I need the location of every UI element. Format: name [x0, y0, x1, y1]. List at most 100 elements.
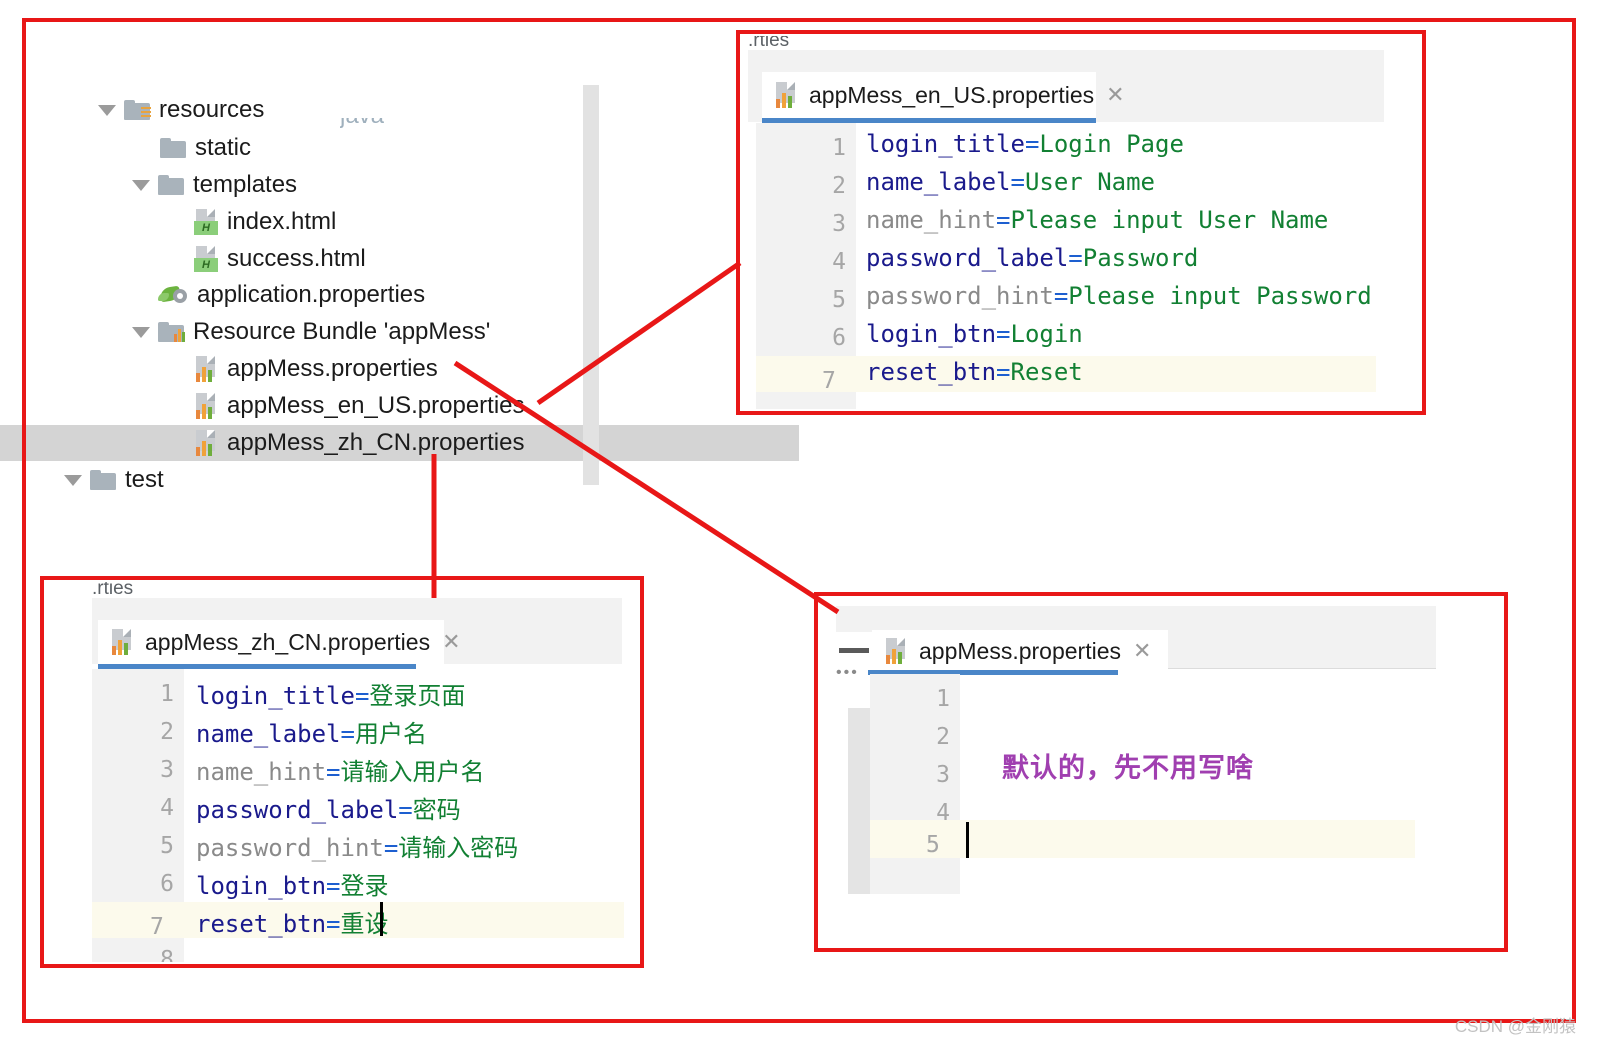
html-file-icon: H [194, 209, 218, 235]
tree-item-application-properties[interactable]: application.properties [60, 277, 705, 313]
tree-item-appmess-properties[interactable]: appMess.properties [60, 351, 739, 387]
line-number: 2 [936, 724, 950, 750]
line-number: 3 [160, 757, 174, 783]
line-number: 5 [832, 287, 846, 313]
properties-file-icon [884, 638, 908, 664]
code-key: password_label [196, 796, 399, 824]
line-number: 5 [926, 832, 940, 858]
folder-icon [90, 470, 116, 490]
editor-left-strip-en-us [746, 123, 756, 409]
tree-item-label: application.properties [197, 281, 426, 308]
code-value: 登录页面 [369, 682, 466, 710]
folder-bundle-icon [158, 322, 185, 342]
line-number: 1 [160, 681, 174, 707]
code-eq: = [996, 320, 1011, 348]
tree-item-static[interactable]: static [60, 130, 705, 166]
tree-item-test[interactable]: test [60, 462, 609, 498]
dotted-separator: ••• [836, 664, 859, 681]
line-number: 3 [936, 762, 950, 788]
editor-tab-en-us[interactable]: appMess_en_US.properties ✕ [762, 72, 1125, 118]
editor-tab-label: appMess_en_US.properties [809, 81, 1095, 108]
line-number: 2 [160, 719, 174, 745]
chevron-down-icon[interactable] [64, 474, 82, 486]
editor-tab-label: appMess.properties [919, 637, 1121, 664]
code-line-4[interactable]: password_label=密码 [196, 790, 461, 825]
properties-file-icon [194, 430, 218, 456]
editor-current-line-gutter-zh-cn [92, 902, 184, 938]
chevron-down-icon[interactable] [132, 326, 150, 338]
collapse-minus-icon[interactable] [839, 648, 869, 653]
code-value: Password [1082, 244, 1199, 272]
line-number: 3 [832, 211, 846, 237]
code-line-7[interactable]: reset_btn=Reset [866, 358, 1083, 386]
code-eq: = [1053, 282, 1069, 310]
code-line-5[interactable]: password_hint=Please input Password [866, 282, 1372, 310]
tree-scrollbar-thumb[interactable] [583, 85, 599, 485]
properties-file-icon [194, 393, 218, 419]
code-line-1[interactable]: login_title=登录页面 [196, 676, 465, 711]
code-line-3[interactable]: name_hint=请输入用户名 [196, 752, 485, 787]
tree-scrollbar-track[interactable] [583, 85, 599, 485]
code-key: name_label [866, 168, 1011, 196]
editor-tab-zh-cn[interactable]: appMess_zh_CN.properties ✕ [98, 620, 461, 664]
code-key: name_hint [866, 206, 997, 234]
code-line-6[interactable]: login_btn=Login [866, 320, 1083, 348]
editor-crumbbar-default [836, 606, 1436, 632]
code-value: Login [1010, 320, 1083, 348]
line-number: 7 [822, 368, 836, 394]
code-value: Reset [1010, 358, 1083, 386]
code-eq: = [398, 796, 413, 824]
code-line-1[interactable]: login_title=Login Page [866, 130, 1184, 158]
folder-resources-icon [124, 100, 151, 120]
chevron-down-icon[interactable] [98, 104, 116, 116]
editor-panel-zh-cn: .rties appMess_zh_CN.properties ✕ 1 2 3 … [46, 582, 638, 962]
tree-item-success-html[interactable]: H success.html [60, 241, 739, 277]
tree-item-resources[interactable]: resources [60, 92, 643, 128]
html-file-icon: H [194, 246, 218, 272]
code-line-6[interactable]: login_btn=登录 [196, 866, 389, 901]
properties-file-icon [194, 356, 218, 382]
editor-tab-label: appMess_zh_CN.properties [145, 628, 431, 655]
line-number: 4 [160, 795, 174, 821]
code-key: login_title [196, 682, 355, 710]
line-number: 1 [832, 135, 846, 161]
text-caret-zh-cn [380, 902, 383, 936]
code-eq: = [383, 834, 399, 862]
tree-item-appmess-zh-cn-properties[interactable]: appMess_zh_CN.properties [0, 425, 799, 461]
close-icon[interactable]: ✕ [1133, 640, 1151, 662]
editor-tab-default[interactable]: appMess.properties ✕ [872, 630, 1168, 672]
code-key: password_label [866, 244, 1069, 272]
code-line-2[interactable]: name_label=用户名 [196, 714, 427, 749]
code-key: password_hint [196, 834, 384, 862]
code-eq: = [1024, 130, 1040, 158]
code-key: login_title [866, 130, 1025, 158]
folder-icon [158, 175, 184, 195]
code-value: Please input Password [1068, 282, 1372, 310]
code-key: reset_btn [866, 358, 997, 386]
line-number: 8 [160, 947, 174, 963]
code-line-2[interactable]: name_label=User Name [866, 168, 1155, 196]
code-eq: = [996, 206, 1011, 234]
tree-item-index-html[interactable]: H index.html [60, 204, 739, 240]
text-caret-default [966, 822, 969, 858]
chevron-down-icon[interactable] [132, 179, 150, 191]
code-line-7[interactable]: reset_btn=重设 [196, 904, 389, 939]
tree-item-label: static [195, 134, 252, 161]
editor-side-gutter-default [848, 708, 870, 894]
code-eq: = [1068, 244, 1083, 272]
tree-item-label: index.html [227, 208, 337, 235]
editor-panel-en-us: .rties appMess_en_US.properties ✕ 1 2 3 … [742, 36, 1420, 409]
tree-item-appmess-en-us-properties[interactable]: appMess_en_US.properties [60, 388, 739, 424]
code-eq: = [326, 872, 341, 900]
project-tree-panel: java resources static templates [0, 60, 799, 500]
code-line-4[interactable]: password_label=Password [866, 244, 1198, 272]
code-line-5[interactable]: password_hint=请输入密码 [196, 828, 518, 863]
close-icon[interactable]: ✕ [442, 631, 460, 653]
code-line-3[interactable]: name_hint=Please input User Name [866, 206, 1328, 234]
code-value: User Name [1024, 168, 1155, 196]
tree-item-label: Resource Bundle 'appMess' [193, 318, 491, 345]
code-key: password_hint [866, 282, 1054, 310]
close-icon[interactable]: ✕ [1106, 84, 1124, 106]
line-number: 6 [832, 325, 846, 351]
editor-gutter-default: 1 2 3 4 [870, 674, 960, 894]
